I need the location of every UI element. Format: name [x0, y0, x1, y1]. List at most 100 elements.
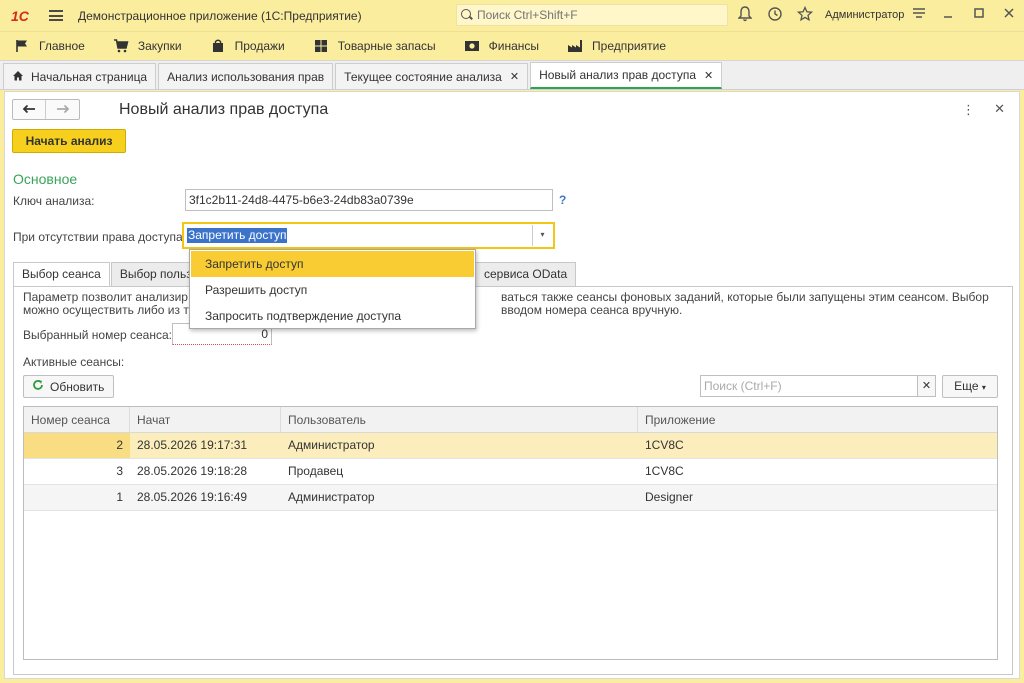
active-sessions-label: Активные сеансы:: [23, 355, 125, 369]
cell-application: Designer: [645, 490, 694, 504]
sections-bar: Главное Закупки Продажи Товарные запасы …: [0, 31, 1024, 60]
section-label: Предприятие: [592, 39, 666, 53]
cell-session-number: 1: [116, 490, 123, 504]
money-icon: [464, 39, 480, 53]
close-window-icon[interactable]: [1000, 6, 1018, 24]
refresh-button[interactable]: Обновить: [23, 375, 114, 398]
section-inventory[interactable]: Товарные запасы: [313, 39, 436, 53]
cell-application: 1CV8C: [645, 438, 684, 452]
tab-session-select[interactable]: Выбор сеанса: [13, 262, 110, 287]
section-finance[interactable]: Финансы: [464, 39, 539, 53]
desc-line2-tail: вводом номера сеанса вручную.: [501, 303, 683, 317]
tab-label: Начальная страница: [31, 69, 148, 84]
more-label: Еще: [954, 379, 979, 393]
settings-menu-icon[interactable]: [910, 6, 928, 24]
title-bar: 1С Демонстрационное приложение (1С:Предп…: [0, 0, 1024, 31]
table-row[interactable]: 3 28.05.2026 19:18:28 Продавец 1CV8C: [24, 459, 997, 485]
star-icon[interactable]: [796, 5, 814, 24]
maximize-icon[interactable]: [970, 6, 988, 24]
section-label: Главное: [39, 39, 85, 53]
cell-started: 28.05.2026 19:16:49: [137, 490, 248, 504]
header-started[interactable]: Начат: [130, 407, 281, 432]
cell-user: Администратор: [288, 490, 375, 504]
main-menu-icon[interactable]: [49, 10, 63, 21]
form-area: Новый анализ прав доступа ⋮ ✕ Начать ана…: [4, 91, 1020, 679]
option-allow-access[interactable]: Разрешить доступ: [191, 277, 474, 303]
access-label: При отсутствии права доступа:: [13, 230, 186, 244]
access-combo-value: Запретить доступ: [187, 228, 288, 243]
grid-icon: [313, 39, 329, 53]
section-enterprise[interactable]: Предприятие: [567, 39, 666, 53]
option-deny-access[interactable]: Запретить доступ: [191, 251, 474, 277]
tab-analysis-state[interactable]: Текущее состояние анализа ✕: [335, 63, 529, 89]
clear-search-icon[interactable]: ✕: [917, 375, 936, 397]
cell-session-number: 2: [24, 433, 130, 458]
description: Параметр позволит анализир можно осущест…: [23, 291, 998, 317]
access-dropdown-list: Запретить доступ Разрешить доступ Запрос…: [189, 249, 476, 329]
section-label: Закупки: [137, 39, 182, 53]
section-title: Основное: [13, 171, 78, 187]
back-arrow-icon[interactable]: [13, 100, 46, 119]
tab-rights-usage[interactable]: Анализ использования прав: [158, 63, 334, 89]
bell-icon[interactable]: [736, 6, 754, 24]
cell-user: Администратор: [288, 438, 375, 452]
section-main[interactable]: Главное: [14, 39, 85, 53]
header-application[interactable]: Приложение: [638, 407, 997, 432]
section-label: Продажи: [234, 39, 285, 53]
tab-user-select[interactable]: Выбор польз: [110, 262, 201, 286]
nav-buttons: [12, 99, 80, 120]
key-label: Ключ анализа:: [13, 194, 95, 208]
app-title: Демонстрационное приложение (1С:Предприя…: [78, 8, 362, 23]
search-icon: [461, 9, 473, 21]
table-search-input[interactable]: Поиск (Ctrl+F): [700, 375, 918, 397]
window-tabs-bar: Начальная страница Анализ использования …: [0, 60, 1024, 90]
dropdown-arrow-icon[interactable]: ▾: [532, 225, 552, 246]
app-logo: 1С: [11, 7, 29, 24]
section-purchases[interactable]: Закупки: [113, 39, 182, 53]
global-search[interactable]: [456, 4, 728, 26]
history-icon[interactable]: [766, 6, 784, 24]
selected-session-label: Выбранный номер сеанса:: [23, 328, 172, 342]
cell-started: 28.05.2026 19:17:31: [137, 438, 248, 452]
current-user[interactable]: Администратор: [825, 9, 904, 21]
header-user[interactable]: Пользователь: [281, 407, 638, 432]
minimize-icon[interactable]: [939, 6, 957, 24]
tab-label: Новый анализ прав доступа: [539, 68, 696, 82]
sessions-table: Номер сеанса Начат Пользователь Приложен…: [23, 406, 998, 660]
tab-home[interactable]: Начальная страница: [3, 63, 157, 89]
more-options-icon[interactable]: ⋮: [962, 102, 975, 118]
header-session-number[interactable]: Номер сеанса: [24, 407, 130, 432]
key-field[interactable]: 3f1c2b11-24d8-4475-b6e3-24db83a0739e: [185, 189, 553, 211]
factory-icon: [567, 39, 583, 53]
tab-odata[interactable]: сервиса OData: [475, 262, 577, 286]
cart-icon: [113, 39, 129, 53]
table-row[interactable]: 2 28.05.2026 19:17:31 Администратор 1CV8…: [24, 433, 997, 459]
tab-label: Анализ использования прав: [167, 69, 325, 84]
section-label: Финансы: [488, 39, 540, 53]
tab-new-analysis[interactable]: Новый анализ прав доступа ✕: [530, 62, 723, 89]
close-form-icon[interactable]: ✕: [994, 101, 1005, 117]
help-icon[interactable]: ?: [559, 193, 566, 207]
refresh-label: Обновить: [50, 379, 105, 394]
flag-icon: [14, 39, 30, 53]
section-label: Товарные запасы: [337, 39, 436, 53]
global-search-input[interactable]: [477, 8, 717, 22]
close-tab-icon[interactable]: ✕: [704, 69, 713, 82]
start-analysis-button[interactable]: Начать анализ: [12, 129, 126, 153]
forward-arrow-icon[interactable]: [46, 100, 79, 119]
close-tab-icon[interactable]: ✕: [510, 70, 519, 83]
chevron-down-icon: ▾: [981, 383, 986, 392]
page-title: Новый анализ прав доступа: [119, 101, 329, 118]
table-row[interactable]: 1 28.05.2026 19:16:49 Администратор Desi…: [24, 485, 997, 511]
inner-tabs: Выбор сеанса Выбор польз: [13, 262, 202, 287]
section-sales[interactable]: Продажи: [210, 39, 285, 53]
cell-session-number: 3: [116, 464, 123, 478]
tab-label: Текущее состояние анализа: [344, 69, 502, 84]
home-icon: [12, 70, 24, 84]
session-panel: Параметр позволит анализир можно осущест…: [13, 286, 1013, 675]
more-button[interactable]: Еще ▾: [942, 375, 998, 398]
access-combo[interactable]: Запретить доступ ▾: [182, 222, 555, 249]
option-request-confirmation[interactable]: Запросить подтверждение доступа: [191, 303, 474, 329]
bag-icon: [210, 39, 226, 53]
cell-application: 1CV8C: [645, 464, 684, 478]
